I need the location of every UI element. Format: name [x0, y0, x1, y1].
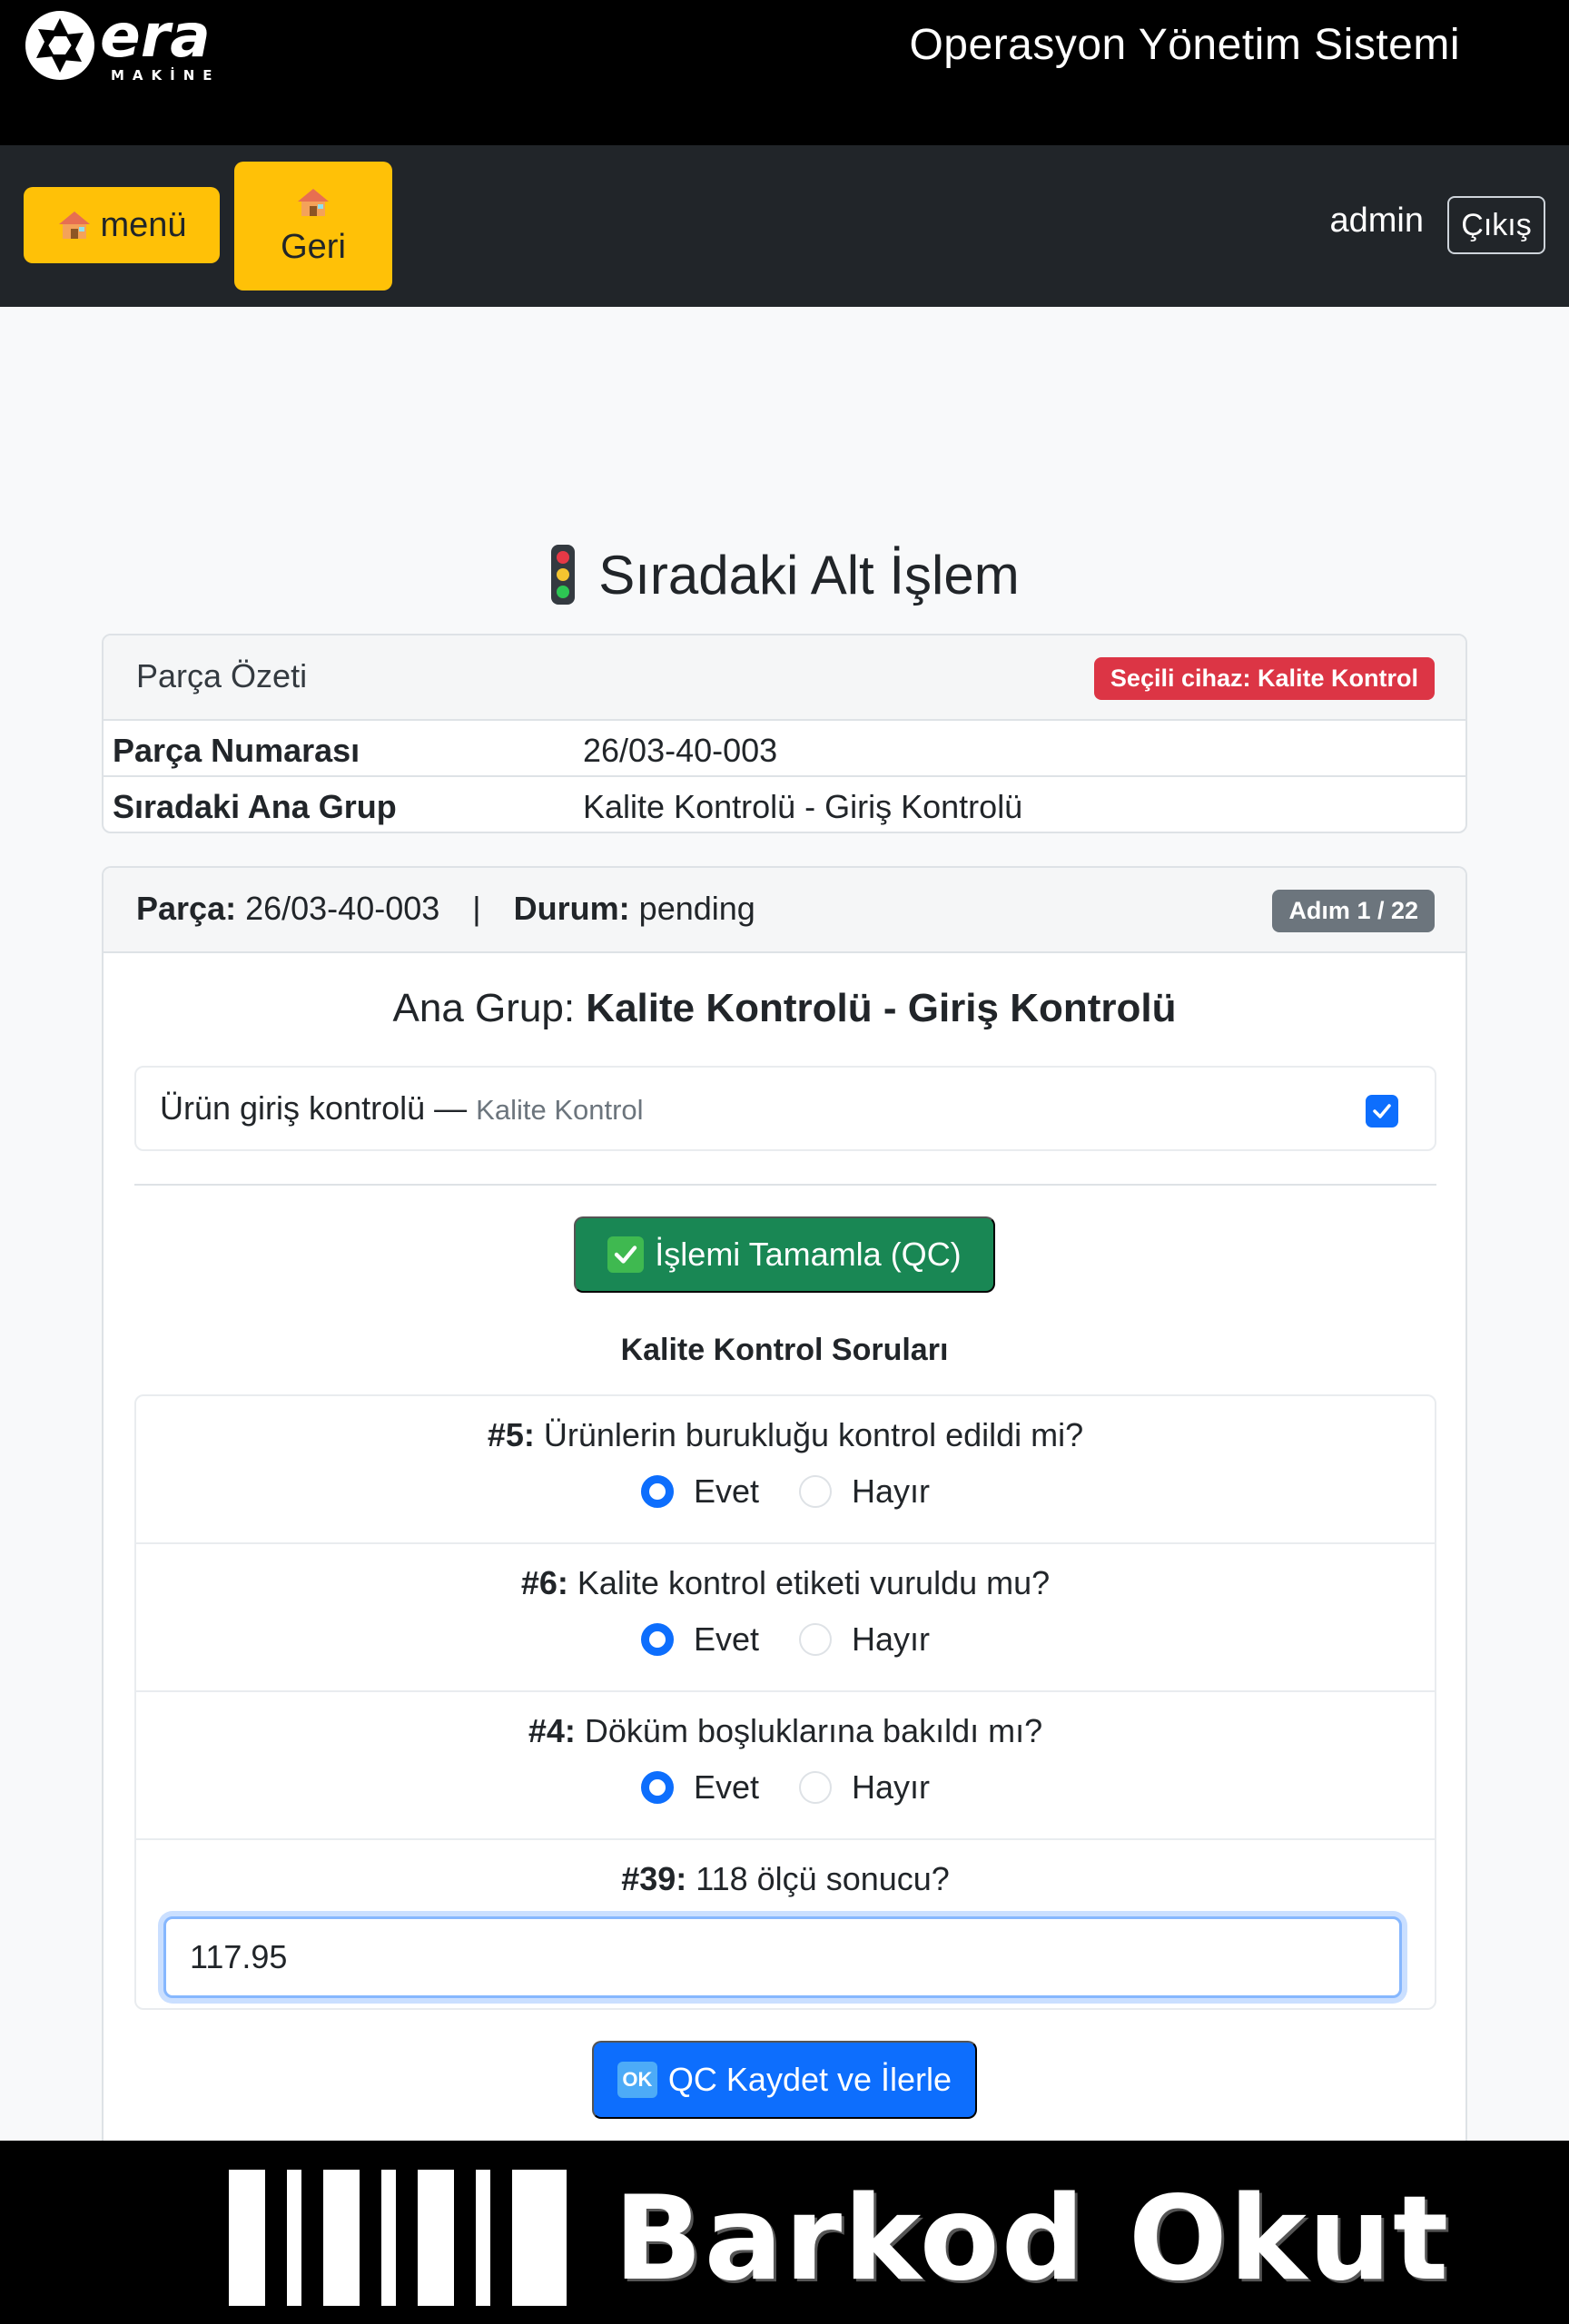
question-text-line: #6: Kalite kontrol etiketi vuruldu mu?: [136, 1564, 1435, 1602]
operation-device: Kalite Kontrol: [476, 1094, 644, 1126]
ok-icon: OK: [617, 2062, 657, 2098]
barcode-scan-bar[interactable]: Barkod Okut: [0, 2141, 1569, 2324]
divider: [134, 1184, 1436, 1186]
radio-label: Evet: [693, 1768, 760, 1806]
summary-label: Sıradaki Ana Grup: [113, 788, 397, 825]
separator: |: [472, 890, 481, 927]
radio-label: Hayır: [852, 1620, 931, 1658]
radio-option-evet[interactable]: Evet: [640, 1768, 760, 1807]
radio-group: Evet Hayır: [136, 1768, 1435, 1807]
question-text-line: #4: Döküm boşluklarına bakıldı mı?: [136, 1712, 1435, 1750]
group-title: Ana Grup: Kalite Kontrolü - Giriş Kontro…: [104, 986, 1465, 1031]
page-title-text: Sıradaki Alt İşlem: [598, 544, 1020, 606]
radio-option-evet[interactable]: Evet: [640, 1472, 760, 1511]
app-title: Operasyon Yönetim Sistemi: [909, 21, 1460, 69]
question-text: 118 ölçü sonucu?: [696, 1860, 950, 1897]
process-header: Parça: 26/03-40-003 | Durum: pending Adı…: [104, 868, 1465, 953]
operation-checkbox[interactable]: [1366, 1095, 1398, 1128]
radio-label: Evet: [693, 1472, 760, 1510]
page-title: Sıradaki Alt İşlem: [0, 543, 1569, 606]
step-badge: Adım 1 / 22: [1272, 890, 1435, 932]
era-makine-logo: era MAKİNE: [25, 5, 221, 84]
barcode-label: Barkod Okut: [614, 2171, 1451, 2307]
house-icon: [298, 188, 329, 216]
radio-label: Hayır: [852, 1472, 931, 1510]
summary-label: Parça Numarası: [113, 732, 360, 769]
check-icon: [1373, 1104, 1391, 1118]
part-value: 26/03-40-003: [245, 890, 440, 927]
house-icon: [59, 212, 91, 239]
qc-question-list: #5: Ürünlerin burukluğu kontrol edildi m…: [134, 1394, 1436, 2010]
operation-name: Ürün giriş kontrolü: [160, 1089, 426, 1127]
measurement-input[interactable]: [163, 1916, 1402, 1998]
logo-text: era: [100, 5, 211, 71]
radio-option-evet[interactable]: Evet: [640, 1620, 760, 1659]
question-text-line: #5: Ürünlerin burukluğu kontrol edildi m…: [136, 1416, 1435, 1454]
radio-label: Hayır: [852, 1768, 931, 1806]
group-prefix: Ana Grup:: [392, 986, 576, 1030]
question-number: #5:: [487, 1416, 535, 1453]
qc-question: #6: Kalite kontrol etiketi vuruldu mu? E…: [136, 1544, 1435, 1692]
back-button[interactable]: Geri: [234, 162, 392, 290]
username: admin: [1329, 202, 1425, 240]
summary-value: Kalite Kontrolü - Giriş Kontrolü: [583, 788, 1023, 825]
summary-header: Parça Özeti Seçili cihaz: Kalite Kontrol: [104, 635, 1465, 721]
question-text-line: #39: 118 ölçü sonucu?: [136, 1860, 1435, 1898]
operation-dash: —: [434, 1089, 468, 1127]
menu-label: menü: [100, 205, 187, 244]
summary-title: Parça Özeti: [136, 657, 308, 694]
operation-name-line: Ürün giriş kontrolü — Kalite Kontrol: [160, 1089, 644, 1128]
complete-label: İşlemi Tamamla (QC): [655, 1236, 962, 1273]
check-mark-icon: [607, 1236, 645, 1273]
part-label: Parça:: [136, 890, 237, 927]
traffic-light-icon: [551, 545, 576, 605]
qc-question: #39: 118 ölçü sonucu?: [136, 1840, 1435, 2010]
question-number: #6:: [520, 1564, 568, 1601]
radio-option-hayir[interactable]: Hayır: [799, 1620, 930, 1659]
question-text: Kalite kontrol etiketi vuruldu mu?: [577, 1564, 1051, 1601]
process-card: Parça: 26/03-40-003 | Durum: pending Adı…: [102, 866, 1467, 2155]
save-label: QC Kaydet ve İlerle: [667, 2061, 952, 2098]
group-name: Kalite Kontrolü - Giriş Kontrolü: [586, 986, 1177, 1030]
device-badge: Seçili cihaz: Kalite Kontrol: [1093, 657, 1435, 700]
radio-option-hayir[interactable]: Hayır: [799, 1768, 930, 1807]
brand-header: era MAKİNE Operasyon Yönetim Sistemi: [0, 0, 1569, 145]
question-number: #39:: [621, 1860, 687, 1897]
part-status-line: Parça: 26/03-40-003 | Durum: pending: [136, 890, 755, 928]
question-text: Ürünlerin burukluğu kontrol edildi mi?: [543, 1416, 1084, 1453]
radio-button[interactable]: [799, 1623, 833, 1656]
qc-section-title: Kalite Kontrol Soruları: [620, 1333, 949, 1367]
radio-option-hayir[interactable]: Hayır: [799, 1472, 930, 1511]
radio-button[interactable]: [640, 1623, 674, 1656]
radio-button[interactable]: [640, 1771, 674, 1804]
question-number: #4:: [528, 1712, 576, 1749]
summary-row: Sıradaki Ana Grup Kalite Kontrolü - Giri…: [104, 777, 1465, 832]
status-value: pending: [638, 890, 755, 927]
menu-button[interactable]: menü: [24, 187, 220, 263]
part-summary-card: Parça Özeti Seçili cihaz: Kalite Kontrol…: [102, 634, 1467, 833]
barcode-icon: [229, 2170, 567, 2306]
radio-button[interactable]: [640, 1475, 674, 1508]
complete-operation-button[interactable]: İşlemi Tamamla (QC): [574, 1216, 995, 1293]
radio-label: Evet: [693, 1620, 760, 1658]
qc-question: #4: Döküm boşluklarına bakıldı mı? Evet …: [136, 1692, 1435, 1840]
radio-group: Evet Hayır: [136, 1472, 1435, 1511]
question-text: Döküm boşluklarına bakıldı mı?: [584, 1712, 1043, 1749]
operation-item[interactable]: Ürün giriş kontrolü — Kalite Kontrol: [134, 1066, 1436, 1151]
radio-group: Evet Hayır: [136, 1620, 1435, 1659]
qc-save-button[interactable]: OK QC Kaydet ve İlerle: [592, 2041, 977, 2119]
summary-value: 26/03-40-003: [583, 732, 778, 769]
back-label: Geri: [281, 227, 346, 266]
qc-question: #5: Ürünlerin burukluğu kontrol edildi m…: [136, 1396, 1435, 1544]
radio-button[interactable]: [799, 1771, 833, 1804]
logo-subtext: MAKİNE: [111, 66, 221, 84]
top-navbar: menü Geri admin Çıkış: [0, 145, 1569, 307]
summary-row: Parça Numarası 26/03-40-003: [104, 721, 1465, 777]
logout-button[interactable]: Çıkış: [1447, 196, 1545, 254]
status-label: Durum:: [513, 890, 630, 927]
radio-button[interactable]: [799, 1475, 833, 1508]
